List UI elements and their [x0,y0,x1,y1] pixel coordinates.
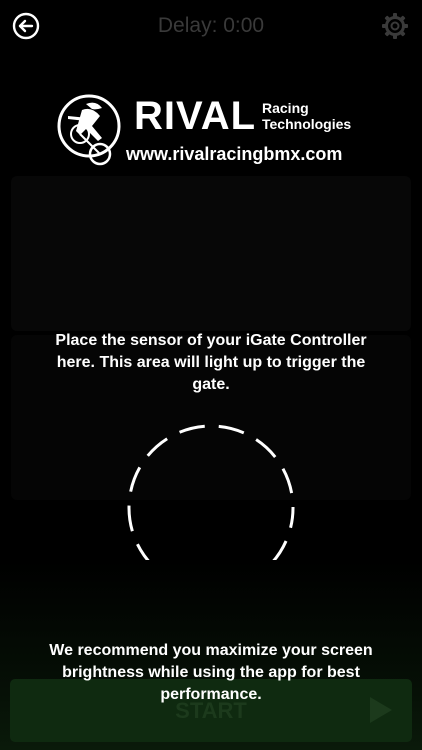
rival-logo: RIVAL Racing Technologies www.rivalracin… [56,92,368,172]
brand-url: www.rivalracingbmx.com [126,144,343,164]
top-bar: Delay: 0:00 [0,0,422,54]
brand-tagline: Racing Technologies [262,100,351,132]
sensor-instruction: Place the sensor of your iGate Controlle… [55,332,367,393]
sensor-area-upper [11,176,411,331]
tagline-line-1: Racing [262,100,309,116]
tagline-line-2: Technologies [262,116,352,132]
igate-screen: Delay: 0:00 RIVAL Racing Technologies ww… [0,0,422,750]
gear-icon [382,13,408,39]
brand-name: RIVAL [134,94,257,138]
bmx-rider-icon [57,94,121,166]
settings-button[interactable] [381,12,409,40]
delay-display: Delay: 0:00 [157,14,265,37]
brightness-recommendation: We recommend you maximize your screen br… [49,642,373,703]
